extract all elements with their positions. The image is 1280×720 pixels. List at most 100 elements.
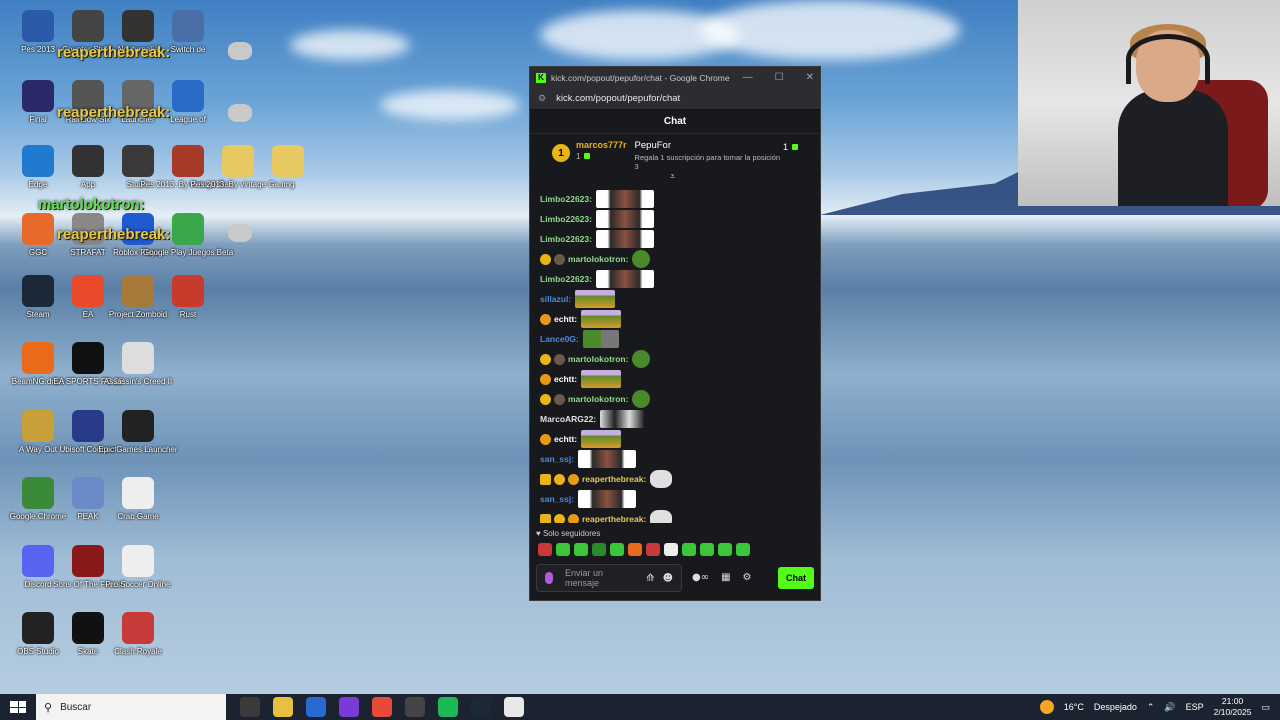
chat-username[interactable]: echtt: <box>554 434 577 444</box>
chat-username[interactable]: Lance0G: <box>540 334 579 344</box>
window-titlebar[interactable]: K kick.com/popout/pepufor/chat - Google … <box>530 67 820 88</box>
taskbar-app-icon[interactable] <box>504 697 524 717</box>
quick-emote-icon[interactable] <box>610 543 624 556</box>
emote-icon <box>595 270 654 288</box>
quick-emote-icon[interactable] <box>628 543 642 556</box>
chat-message[interactable]: echtt: <box>540 309 810 329</box>
desktop-shortcut-label: Assassin's Creed II <box>103 377 173 386</box>
app-icon <box>172 275 204 307</box>
chat-message[interactable]: martolokotron: <box>540 349 810 369</box>
chat-username[interactable]: san_ssj: <box>540 454 574 464</box>
sub-badge-icon <box>540 373 551 385</box>
chat-message[interactable]: Limbo22623: <box>540 209 810 229</box>
desktop-shortcut[interactable]: Epic Games Launcher <box>98 410 178 455</box>
desktop-shortcut-label: Edge <box>28 180 48 189</box>
quick-emote-icon[interactable] <box>574 543 588 556</box>
desktop-shortcut-label: Switch de <box>170 45 206 54</box>
send-chat-button[interactable]: Chat <box>778 567 814 589</box>
emoji-icon[interactable]: ☻ <box>663 573 673 584</box>
weather-icon[interactable] <box>1039 700 1054 714</box>
taskbar-app-icon[interactable] <box>339 697 359 717</box>
quick-emote-icon[interactable] <box>736 543 750 556</box>
chat-username[interactable]: martolokotron: <box>568 394 628 404</box>
chat-username[interactable]: Limbo22623: <box>540 194 592 204</box>
desktop-shortcut[interactable]: Assassin's Creed II <box>104 342 172 387</box>
desktop-shortcut[interactable]: img <box>258 145 318 190</box>
collapse-arrow-icon[interactable]: ⩡ <box>670 172 675 182</box>
taskbar-app-icon[interactable] <box>273 697 293 717</box>
store-icon[interactable]: ▦ <box>721 572 730 583</box>
chat-username[interactable]: Limbo22623: <box>540 214 592 224</box>
desktop-shortcut[interactable]: Clash Royale <box>108 612 168 657</box>
tray-chevron-icon[interactable]: ⌃ <box>1147 702 1155 713</box>
chat-message[interactable]: reaperthebreak: <box>540 469 810 489</box>
chat-message[interactable]: echtt: <box>540 369 810 389</box>
language-indicator[interactable]: ESP <box>1186 702 1204 712</box>
chat-message[interactable]: san_ssj: <box>540 449 810 469</box>
quick-emote-icon[interactable] <box>700 543 714 556</box>
chat-username[interactable]: Limbo22623: <box>540 274 592 284</box>
chat-username[interactable]: reaperthebreak: <box>582 514 646 523</box>
volume-icon[interactable]: 🔊 <box>1164 702 1175 713</box>
weather-temp[interactable]: 16°C <box>1064 702 1084 712</box>
minimize-button[interactable]: — <box>743 72 753 83</box>
chat-message[interactable]: Limbo22623: <box>540 229 810 249</box>
chat-message[interactable]: Limbo22623: <box>540 269 810 289</box>
desktop-shortcut[interactable]: Rust <box>158 275 218 320</box>
microphone-icon[interactable] <box>545 572 553 584</box>
taskbar-app-icon[interactable] <box>306 697 326 717</box>
chat-message[interactable]: martolokotron: <box>540 249 810 269</box>
taskbar-app-icon[interactable] <box>372 697 392 717</box>
settings-icon[interactable]: ⚙ <box>743 572 752 583</box>
chat-username[interactable]: sillazul: <box>540 294 571 304</box>
quick-emote-icon[interactable] <box>646 543 660 556</box>
site-info-icon[interactable]: ⚙ <box>538 93 546 104</box>
quick-emote-row[interactable] <box>538 543 750 556</box>
notifications-icon[interactable]: ▭ <box>1261 702 1270 713</box>
chat-username[interactable]: echtt: <box>554 374 577 384</box>
taskbar-app-icon[interactable] <box>471 697 491 717</box>
app-icon <box>72 10 104 42</box>
quick-emote-icon[interactable] <box>556 543 570 556</box>
chat-message[interactable]: Lance0G: <box>540 329 810 349</box>
desktop-shortcut[interactable]: Crab Game <box>108 477 168 522</box>
chrome-popup-window[interactable]: K kick.com/popout/pepufor/chat - Google … <box>529 66 821 601</box>
quick-emote-icon[interactable] <box>538 543 552 556</box>
quick-emote-icon[interactable] <box>682 543 696 556</box>
desktop-shortcut[interactable]: Pro Soccer Online <box>106 545 170 590</box>
taskbar-app-icon[interactable] <box>405 697 425 717</box>
chat-message-list[interactable]: Limbo22623: Limbo22623: Limbo22623: martolo… <box>530 189 820 523</box>
taskbar-app-icon[interactable] <box>438 697 458 717</box>
chat-message[interactable]: sillazul: <box>540 289 810 309</box>
app-icon <box>122 10 154 42</box>
taskbar-search[interactable]: ⚲ Buscar <box>36 694 226 720</box>
close-button[interactable]: ✕ <box>806 72 814 83</box>
chat-username[interactable]: reaperthebreak: <box>582 474 646 484</box>
chat-username[interactable]: Limbo22623: <box>540 234 592 244</box>
chat-message[interactable]: reaperthebreak: <box>540 509 810 523</box>
pinned-gift-leaderboard[interactable]: 1 marcos777r 1 PepuFor Regala 1 suscripc… <box>530 134 820 182</box>
chat-message[interactable]: echtt: <box>540 429 810 449</box>
chat-input[interactable]: Enviar un mensaje ⟰ ☻ <box>536 564 682 592</box>
chat-username[interactable]: martolokotron: <box>568 254 628 264</box>
weather-desc[interactable]: Despejado <box>1094 702 1137 712</box>
chat-message[interactable]: MarcoARG22: <box>540 409 810 429</box>
chat-username[interactable]: MarcoARG22: <box>540 414 596 424</box>
quick-emote-icon[interactable] <box>718 543 732 556</box>
chat-username[interactable]: echtt: <box>554 314 577 324</box>
predictions-icon[interactable]: ●∞ <box>692 572 709 583</box>
quick-emote-icon[interactable] <box>592 543 606 556</box>
chat-username[interactable]: san_ssj: <box>540 494 574 504</box>
start-button[interactable] <box>10 701 26 713</box>
pinned-user[interactable]: marcos777r <box>576 140 627 150</box>
chat-message[interactable]: martolokotron: <box>540 389 810 409</box>
maximize-button[interactable]: ☐ <box>775 72 784 83</box>
chat-username[interactable]: martolokotron: <box>568 354 628 364</box>
quick-emote-icon[interactable] <box>664 543 678 556</box>
chat-message[interactable]: san_ssj: <box>540 489 810 509</box>
clock[interactable]: 21:00 2/10/2025 <box>1214 696 1252 718</box>
taskbar-app-icon[interactable] <box>240 697 260 717</box>
chat-message[interactable]: Limbo22623: <box>540 189 810 209</box>
address-bar[interactable]: ⚙ kick.com/popout/pepufor/chat <box>530 88 820 110</box>
kick-emote-icon[interactable]: ⟰ <box>646 573 654 584</box>
